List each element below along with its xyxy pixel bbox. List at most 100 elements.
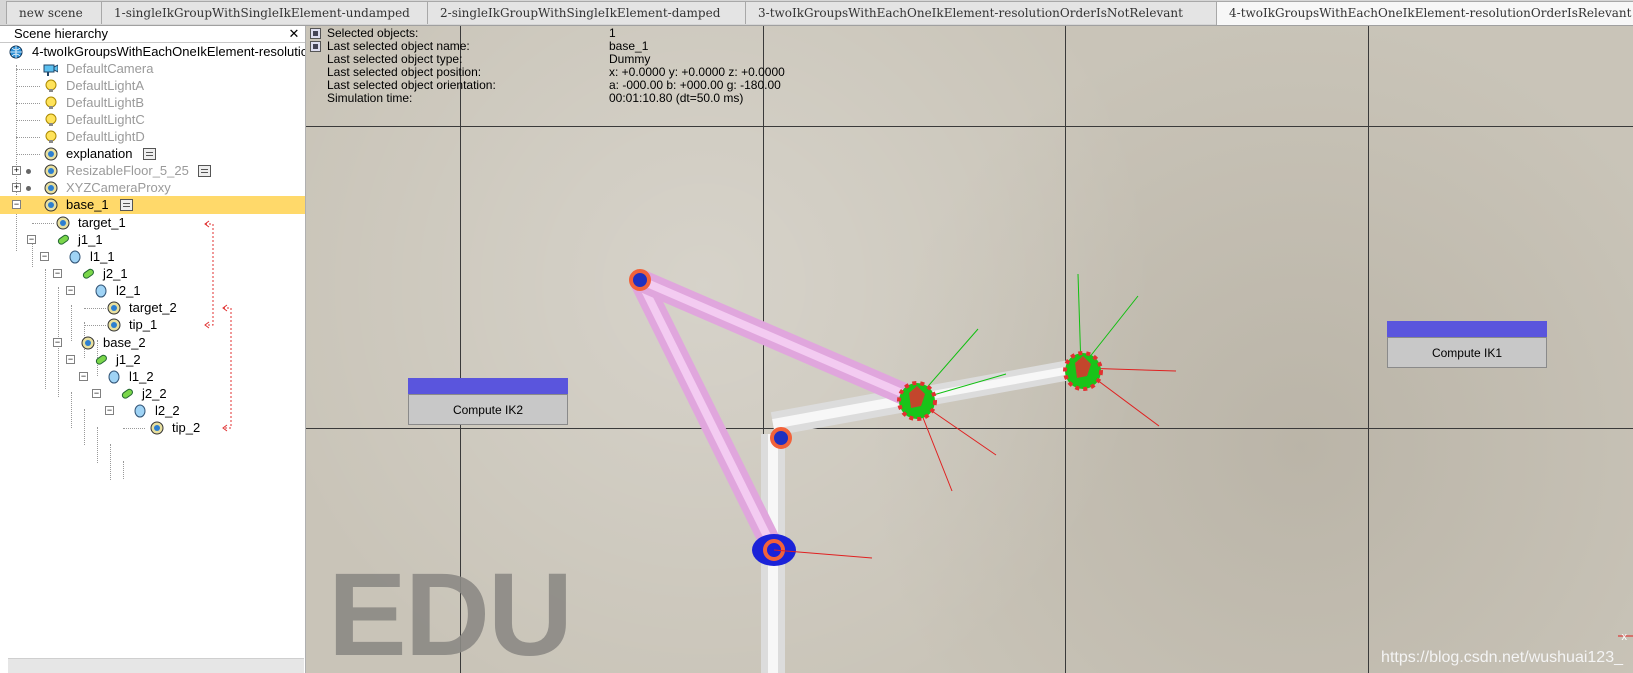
info-label: Selected objects: (327, 26, 419, 40)
info-toggle-icon[interactable] (310, 41, 321, 52)
shape-icon (69, 250, 81, 264)
collapse-icon[interactable]: − (53, 269, 62, 278)
tree-row-base-2[interactable]: − base_2 (0, 334, 305, 352)
tree-line (123, 461, 124, 479)
info-toggle-icon[interactable] (310, 28, 321, 39)
dialog-titlebar[interactable] (1387, 321, 1547, 337)
tree-row-default-light-d[interactable]: DefaultLightD (0, 128, 305, 146)
dummy-icon (107, 301, 121, 315)
dummy-icon (56, 216, 70, 230)
tree-row-l2-1[interactable]: − l2_1 (0, 282, 305, 300)
tip1-target1-dummy (897, 328, 1007, 492)
url-watermark: https://blog.csdn.net/wushuai123_ (1381, 649, 1623, 666)
tree-row-label: explanation (66, 146, 133, 161)
tree-row-default-light-b[interactable]: DefaultLightB (0, 94, 305, 112)
tree-row-resizable-floor[interactable]: + ResizableFloor_5_25 (0, 162, 305, 180)
compute-ik1-dialog: Compute IK1 (1387, 321, 1547, 369)
tab-scene-2[interactable]: 2-singleIkGroupWithSingleIkElement-dampe… (427, 1, 747, 24)
globe-icon (9, 45, 23, 59)
compute-ik2-dialog: Compute IK2 (408, 378, 568, 426)
tree-row-l1-2[interactable]: − l1_2 (0, 368, 305, 386)
arm1-base-joint (752, 534, 873, 566)
dummy-icon (81, 336, 95, 350)
close-icon[interactable]: ✕ (287, 26, 301, 42)
collapse-icon[interactable]: − (53, 338, 62, 347)
tree-row-label: DefaultCamera (66, 61, 154, 76)
tree-row-base-1[interactable]: − base_1 (0, 196, 305, 214)
collapse-icon[interactable]: − (105, 406, 114, 415)
tree-row-label: target_1 (78, 215, 126, 230)
info-value: a: -000.00 b: +000.00 g: -180.00 (609, 78, 781, 92)
expand-icon[interactable]: + (12, 166, 21, 175)
info-value: 1 (609, 26, 616, 40)
dummy-icon (44, 147, 58, 161)
tree-line (16, 154, 40, 155)
tree-row-l2-2[interactable]: − l2_2 (0, 402, 305, 420)
tree-row-l1-1[interactable]: − l1_1 (0, 248, 305, 266)
info-value: 00:01:10.80 (dt=50.0 ms) (609, 91, 744, 105)
tree-row-target-2[interactable]: target_2 (0, 299, 305, 317)
tree-row-label: j2_1 (103, 266, 128, 281)
info-value: Dummy (609, 52, 651, 66)
script-icon[interactable] (143, 148, 156, 160)
collapse-icon[interactable]: − (66, 286, 75, 295)
tree-line (16, 120, 40, 121)
collapse-icon[interactable]: − (27, 235, 36, 244)
dummy-icon (44, 181, 58, 195)
collapse-icon[interactable]: − (92, 389, 101, 398)
expand-icon[interactable]: + (12, 183, 21, 192)
tree-row-j2-2[interactable]: − j2_2 (0, 385, 305, 403)
collapse-icon[interactable]: − (12, 200, 21, 209)
tree-row-target-1[interactable]: target_1 (0, 214, 305, 232)
tree-line (123, 428, 145, 429)
tab-new-scene[interactable]: new scene (6, 1, 103, 24)
tree-row-j1-2[interactable]: − j1_2 (0, 351, 305, 369)
tree-row-default-camera[interactable]: DefaultCamera (0, 60, 305, 78)
tree-row-tip-1[interactable]: tip_1 (0, 316, 305, 334)
tree-row-label: base_1 (66, 197, 109, 212)
arm2-link-l2-highlight (915, 364, 1082, 402)
light-icon (45, 113, 57, 126)
tree-row-explanation[interactable]: explanation (0, 145, 305, 163)
info-label: Last selected object type: (327, 52, 463, 66)
tree-line (84, 308, 106, 309)
compute-ik2-button[interactable]: Compute IK2 (408, 394, 568, 425)
tree-row-default-light-a[interactable]: DefaultLightA (0, 77, 305, 95)
collapse-icon[interactable]: − (79, 372, 88, 381)
collapse-icon[interactable]: − (40, 252, 49, 261)
tree-row-root[interactable]: 4-twoIkGroupsWithEachOneIkElement-resolu… (0, 43, 305, 61)
panel-title-text: Scene hierarchy (14, 26, 108, 41)
tab-scene-1[interactable]: 1-singleIkGroupWithSingleIkElement-undam… (101, 1, 429, 24)
horizontal-scrollbar[interactable] (8, 658, 304, 673)
info-label: Last selected object position: (327, 65, 482, 79)
script-icon[interactable] (198, 165, 211, 177)
compute-ik1-button[interactable]: Compute IK1 (1387, 337, 1547, 368)
info-value: x: +0.0000 y: +0.0000 z: +0.0000 (609, 65, 785, 79)
tab-scene-4[interactable]: 4-twoIkGroupsWithEachOneIkElement-resolu… (1216, 1, 1633, 25)
tree-row-default-light-c[interactable]: DefaultLightC (0, 111, 305, 129)
dummy-icon (44, 164, 58, 178)
collapse-icon[interactable]: − (66, 355, 75, 364)
tree-row-j1-1[interactable]: − j1_1 (0, 231, 305, 249)
tree-row-j2-1[interactable]: − j2_1 (0, 265, 305, 283)
edu-watermark: EDU (328, 549, 573, 673)
tree-row-label: tip_1 (129, 317, 158, 332)
tree-row-xyz-camera-proxy[interactable]: + XYZCameraProxy (0, 179, 305, 197)
camera-icon (43, 64, 58, 76)
tree-row-tip-2[interactable]: tip_2 (0, 419, 305, 437)
script-icon[interactable] (120, 199, 133, 211)
tree-line (16, 137, 40, 138)
scene-viewport[interactable]: Selected objects: 1 Last selected object… (306, 26, 1633, 673)
tab-scene-3[interactable]: 3-twoIkGroupsWithEachOneIkElement-resolu… (745, 1, 1218, 24)
dummy-icon (107, 318, 121, 332)
tree-line (16, 69, 40, 70)
tree-row-label: target_2 (129, 300, 177, 315)
tree-row-label: j1_2 (116, 352, 141, 367)
tree-line (16, 103, 40, 104)
tree-row-label: l2_1 (116, 283, 141, 298)
dummy-icon (150, 421, 164, 435)
info-label: Last selected object orientation: (327, 78, 496, 92)
dialog-titlebar[interactable] (408, 378, 568, 394)
tree-row-label: j2_2 (142, 386, 167, 401)
tree-line (32, 223, 54, 224)
